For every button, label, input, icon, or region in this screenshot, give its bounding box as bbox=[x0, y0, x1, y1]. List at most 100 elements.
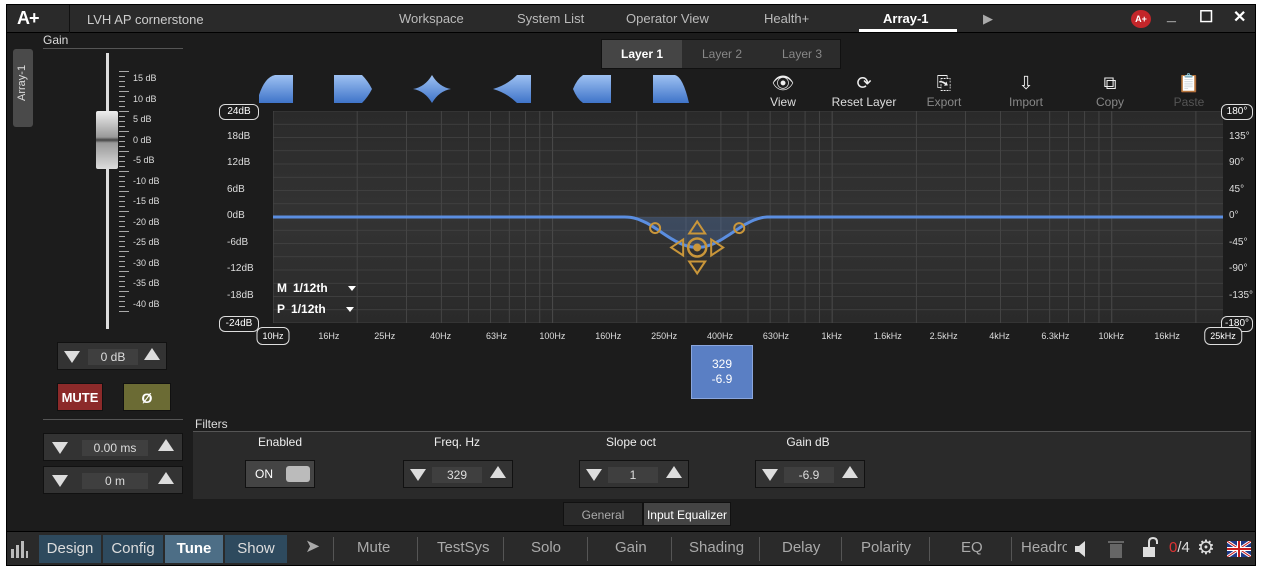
high-shelf-icon[interactable] bbox=[651, 73, 691, 105]
tool-shading[interactable]: Shading bbox=[689, 539, 744, 556]
reset-layer-button[interactable]: ⟳ Reset Layer bbox=[829, 71, 899, 109]
gear-icon[interactable]: ⚙ bbox=[1197, 535, 1215, 560]
slope-value[interactable]: 1 bbox=[608, 467, 658, 483]
high-cut-icon[interactable] bbox=[332, 73, 374, 105]
copy-button[interactable]: ⧉ Copy bbox=[1087, 71, 1133, 109]
import-button[interactable]: ⇩ Import bbox=[1003, 71, 1049, 109]
tool-delay[interactable]: Delay bbox=[782, 539, 820, 556]
scale-tick bbox=[119, 151, 129, 152]
increment-button[interactable] bbox=[158, 472, 174, 484]
magnitude-resolution[interactable]: M 1/12th bbox=[277, 281, 356, 295]
increment-button[interactable] bbox=[666, 466, 682, 478]
tab-general[interactable]: General bbox=[563, 502, 643, 526]
phase-tick-label[interactable]: 180° bbox=[1221, 104, 1253, 120]
trash-icon[interactable] bbox=[1107, 539, 1125, 559]
mode-config[interactable]: Config bbox=[103, 535, 163, 563]
scale-tick bbox=[119, 141, 125, 142]
tab-layer-3[interactable]: Layer 3 bbox=[762, 40, 842, 68]
decrement-button[interactable] bbox=[410, 469, 426, 481]
tool-polarity[interactable]: Polarity bbox=[861, 539, 911, 556]
db-tick-label[interactable]: -24dB bbox=[219, 316, 259, 332]
tab-operator-view[interactable]: Operator View bbox=[626, 11, 709, 26]
increment-button[interactable] bbox=[144, 348, 160, 360]
tool-headroom[interactable]: Headrc bbox=[1021, 539, 1067, 556]
phase-resolution[interactable]: P 1/12th bbox=[277, 302, 354, 316]
account-badge[interactable]: A+ bbox=[1131, 10, 1151, 28]
eq-graph[interactable] bbox=[272, 110, 1223, 324]
increment-button[interactable] bbox=[842, 466, 858, 478]
speaker-icon[interactable] bbox=[1073, 539, 1091, 559]
tab-layer-2[interactable]: Layer 2 bbox=[682, 40, 762, 68]
view-button[interactable]: 👁 View bbox=[763, 71, 803, 109]
decrement-button[interactable] bbox=[762, 469, 778, 481]
gain-db-value[interactable]: -6.9 bbox=[784, 467, 834, 483]
polarity-button[interactable]: Ø bbox=[123, 383, 171, 411]
maximize-button[interactable]: ☐ bbox=[1199, 7, 1213, 27]
phase-key: P bbox=[277, 302, 286, 316]
tool-gain[interactable]: Gain bbox=[615, 539, 647, 556]
unlock-icon[interactable] bbox=[1141, 537, 1159, 559]
scale-tick bbox=[119, 221, 125, 222]
tab-layer-1[interactable]: Layer 1 bbox=[602, 40, 682, 68]
decrement-button[interactable] bbox=[52, 442, 68, 454]
decrement-button[interactable] bbox=[52, 475, 68, 487]
gain-value[interactable]: 0 dB bbox=[88, 349, 138, 365]
scale-tick bbox=[119, 76, 125, 77]
increment-button[interactable] bbox=[490, 466, 506, 478]
side-tab-array[interactable]: Array-1 bbox=[13, 49, 33, 127]
freq-value[interactable]: 329 bbox=[432, 467, 482, 483]
frequency-tick-label[interactable]: 10Hz bbox=[256, 327, 290, 345]
gain-fader-knob[interactable] bbox=[96, 111, 118, 169]
tool-eq[interactable]: EQ bbox=[961, 539, 983, 556]
delay-distance-value[interactable]: 0 m bbox=[82, 473, 148, 489]
scale-tick bbox=[119, 71, 129, 72]
scale-tick bbox=[119, 176, 125, 177]
mode-design[interactable]: Design bbox=[39, 535, 101, 563]
frequency-tick-label[interactable]: 25kHz bbox=[1204, 327, 1242, 345]
eq-graph-canvas[interactable] bbox=[272, 110, 1223, 324]
scale-tick bbox=[119, 166, 125, 167]
uk-flag-icon[interactable] bbox=[1227, 541, 1251, 557]
band-pass-icon[interactable] bbox=[571, 73, 613, 105]
peak-icon[interactable] bbox=[411, 73, 453, 105]
paste-button[interactable]: 📋 Paste bbox=[1169, 71, 1209, 109]
meters-icon[interactable] bbox=[9, 539, 29, 559]
scale-tick bbox=[119, 206, 125, 207]
scale-label: 15 dB bbox=[133, 73, 157, 83]
increment-button[interactable] bbox=[158, 439, 174, 451]
gain-fader-track[interactable] bbox=[106, 53, 109, 329]
app-logo[interactable]: A+ bbox=[17, 8, 39, 29]
decrement-button[interactable] bbox=[586, 469, 602, 481]
tool-solo[interactable]: Solo bbox=[531, 539, 561, 556]
close-button[interactable]: ✕ bbox=[1233, 7, 1246, 27]
move-arrow-icon[interactable] bbox=[687, 260, 708, 276]
tool-mute[interactable]: Mute bbox=[357, 539, 390, 556]
mode-tune[interactable]: Tune bbox=[165, 535, 223, 563]
export-button[interactable]: ⎘ Export bbox=[921, 71, 967, 109]
eq-point-center[interactable] bbox=[693, 243, 702, 252]
tool-testsys[interactable]: TestSys bbox=[437, 539, 490, 556]
notch-icon[interactable] bbox=[491, 73, 533, 105]
mute-button[interactable]: MUTE bbox=[57, 383, 103, 411]
tab-system-list[interactable]: System List bbox=[517, 11, 584, 26]
tab-input-equalizer[interactable]: Input Equalizer bbox=[643, 502, 731, 526]
enabled-toggle[interactable]: ON bbox=[245, 460, 315, 488]
frequency-tick-label: 2.5kHz bbox=[929, 331, 958, 341]
scale-tick bbox=[119, 186, 125, 187]
scale-tick bbox=[119, 131, 129, 132]
pointer-icon[interactable]: ➤ bbox=[305, 536, 320, 557]
low-shelf-icon[interactable] bbox=[257, 73, 295, 105]
decrement-button[interactable] bbox=[64, 351, 80, 363]
tab-health[interactable]: Health+ bbox=[764, 11, 809, 26]
delay-time-value[interactable]: 0.00 ms bbox=[82, 440, 148, 456]
play-icon[interactable]: ▶ bbox=[983, 11, 993, 27]
tab-workspace[interactable]: Workspace bbox=[399, 11, 464, 26]
refresh-icon: ⟳ bbox=[856, 73, 872, 93]
scale-tick bbox=[119, 241, 125, 242]
phase-tick-label: 45° bbox=[1229, 183, 1245, 195]
phase-tick-label: -45° bbox=[1229, 236, 1248, 248]
db-tick-label[interactable]: 24dB bbox=[219, 104, 259, 120]
minimize-button[interactable]: _ bbox=[1167, 7, 1176, 25]
tab-array-1[interactable]: Array-1 bbox=[883, 11, 929, 26]
mode-show[interactable]: Show bbox=[225, 535, 287, 563]
